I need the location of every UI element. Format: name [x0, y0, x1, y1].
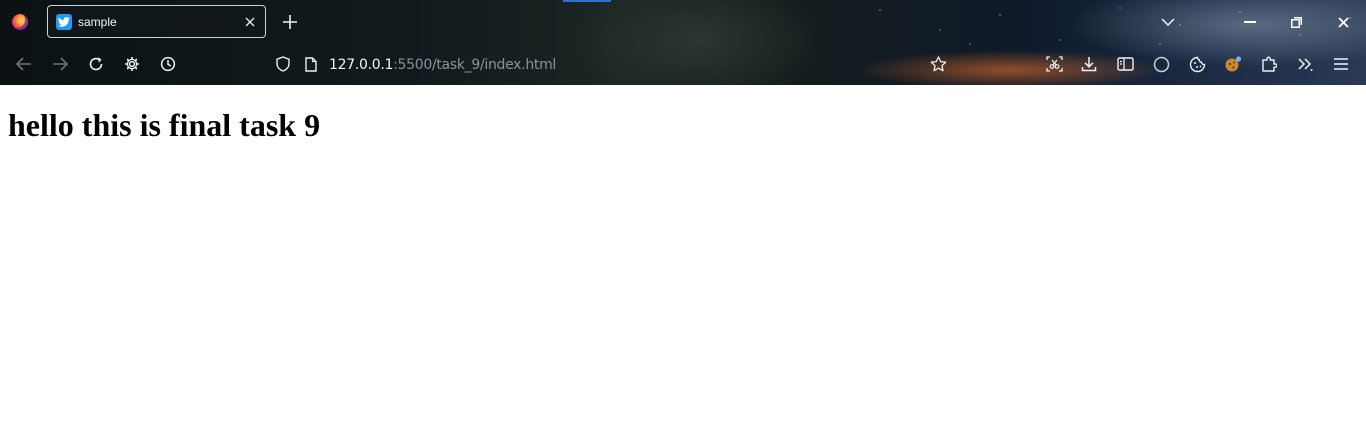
- tracking-protection-shield-icon[interactable]: [271, 52, 295, 76]
- list-all-tabs-icon[interactable]: [1156, 10, 1180, 34]
- firefox-view-button[interactable]: [6, 8, 34, 36]
- reload-icon[interactable]: [84, 52, 108, 76]
- firefox-logo-icon: [12, 14, 28, 30]
- page-document-icon[interactable]: [299, 52, 323, 76]
- back-arrow-icon[interactable]: [12, 52, 36, 76]
- page-heading: hello this is final task 9: [8, 107, 321, 143]
- page-content: hello this is final task 9: [0, 85, 1366, 435]
- browser-chrome: sample 127.0.0.1:5500/task_9/index.html: [0, 0, 1366, 85]
- url-path: :5500/task_9/index.html: [393, 57, 557, 73]
- twitter-bird-icon: [56, 14, 72, 30]
- url-host: 127.0.0.1: [329, 57, 394, 73]
- navigation-toolbar: 127.0.0.1:5500/task_9/index.html: [0, 44, 1366, 85]
- screenshot-icon[interactable]: [1042, 52, 1066, 76]
- url-text[interactable]: 127.0.0.1:5500/task_9/index.html: [329, 57, 556, 73]
- cookie-icon[interactable]: [1185, 52, 1209, 76]
- minimize-icon[interactable]: [1238, 10, 1262, 34]
- cookie-extension-icon[interactable]: [1221, 52, 1245, 76]
- new-tab-button[interactable]: [278, 10, 302, 34]
- bookmark-star-icon[interactable]: [926, 52, 950, 76]
- settings-gear-icon[interactable]: [120, 52, 144, 76]
- address-bar[interactable]: 127.0.0.1:5500/task_9/index.html: [262, 48, 958, 81]
- tab-sample[interactable]: sample: [47, 5, 266, 38]
- tab-title: sample: [78, 15, 117, 29]
- forward-arrow-icon[interactable]: [48, 52, 72, 76]
- history-clock-icon[interactable]: [156, 52, 180, 76]
- close-window-icon[interactable]: [1331, 10, 1355, 34]
- reader-view-icon[interactable]: [1113, 52, 1137, 76]
- theme-accent-line: [563, 0, 611, 2]
- download-icon[interactable]: [1077, 52, 1101, 76]
- extensions-puzzle-icon[interactable]: [1257, 52, 1281, 76]
- overflow-chevrons-icon[interactable]: [1293, 52, 1317, 76]
- close-tab-icon[interactable]: [241, 13, 259, 31]
- circle-icon[interactable]: [1149, 52, 1173, 76]
- hamburger-menu-icon[interactable]: [1329, 52, 1353, 76]
- tab-strip: sample: [0, 0, 1366, 44]
- restore-icon[interactable]: [1284, 10, 1308, 34]
